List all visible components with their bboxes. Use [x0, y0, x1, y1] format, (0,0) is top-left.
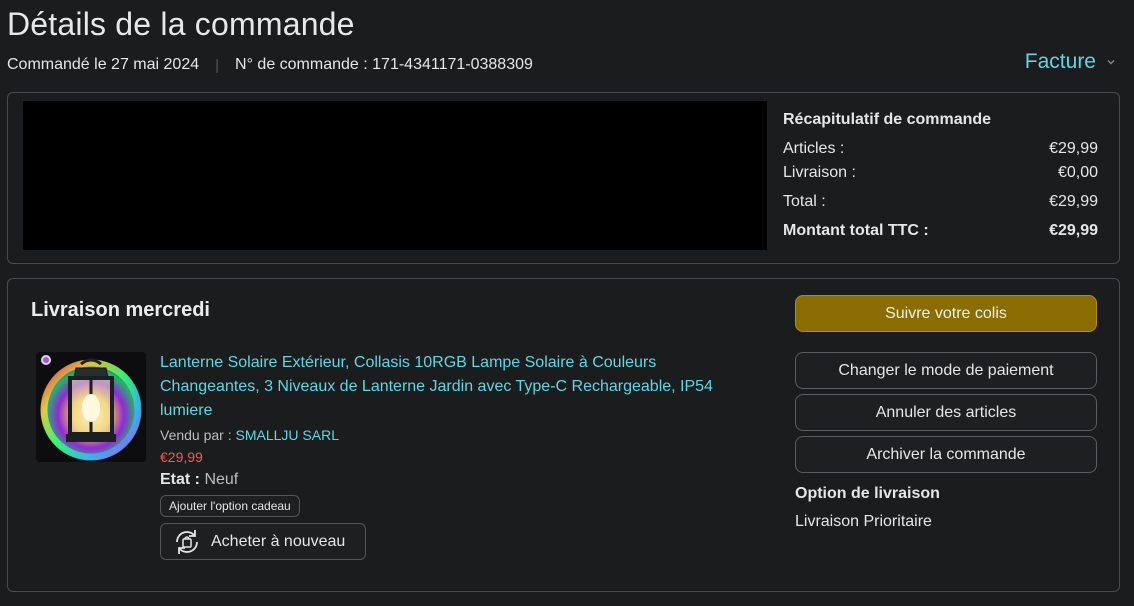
sold-by: Vendu par : SMALLJU SARL	[160, 427, 760, 443]
summary-value: €29,99	[1049, 193, 1098, 210]
product-price: €29,99	[160, 449, 203, 465]
summary-value: €29,99	[1049, 140, 1098, 157]
summary-title: Récapitulatif de commande	[783, 111, 992, 128]
order-date: Commandé le 27 mai 2024	[7, 56, 200, 73]
chevron-down-icon	[1107, 60, 1115, 65]
order-summary: Récapitulatif de commande Articles : €29…	[783, 111, 1098, 243]
add-gift-option-button[interactable]: Ajouter l'option cadeau	[160, 495, 300, 517]
cancel-items-button[interactable]: Annuler des articles	[795, 394, 1097, 431]
buy-again-label: Acheter à nouveau	[211, 532, 346, 550]
order-number: N° de commande : 171-4341171-0388309	[235, 56, 533, 73]
summary-row-grand-total: Montant total TTC : €29,99	[783, 219, 1098, 243]
summary-value: €29,99	[1049, 222, 1098, 239]
summary-label: Livraison :	[783, 164, 856, 181]
summary-row-shipping: Livraison : €0,00	[783, 161, 1098, 185]
meta-separator: |	[215, 56, 220, 74]
summary-value: €0,00	[1057, 164, 1098, 181]
summary-label: Articles :	[783, 140, 845, 157]
product-image[interactable]	[36, 352, 146, 462]
shipping-option-title: Option de livraison	[795, 485, 940, 502]
order-meta: Commandé le 27 mai 2024 | N° de commande…	[7, 56, 533, 74]
rebuy-icon	[176, 529, 198, 554]
seller-link[interactable]: SMALLJU SARL	[236, 427, 339, 443]
change-payment-button[interactable]: Changer le mode de paiement	[795, 352, 1097, 389]
product-info: Lanterne Solaire Extérieur, Collasis 10R…	[160, 351, 760, 560]
track-package-button[interactable]: Suivre votre colis	[795, 295, 1097, 332]
archive-order-button[interactable]: Archiver la commande	[795, 436, 1097, 473]
product-title-link[interactable]: Lanterne Solaire Extérieur, Collasis 10R…	[160, 351, 760, 423]
shipment-actions: Suivre votre colis Changer le mode de pa…	[795, 295, 1097, 531]
delivery-title: Livraison mercredi	[31, 299, 210, 321]
summary-row-total: Total : €29,99	[783, 190, 1098, 214]
condition-value: Neuf	[204, 471, 239, 488]
sold-by-label: Vendu par :	[160, 427, 232, 443]
summary-label: Total :	[783, 193, 826, 210]
summary-label: Montant total TTC :	[783, 222, 929, 239]
shipment-card: Livraison mercredi Lanterne Solaire Exté…	[7, 278, 1120, 592]
lantern-image	[36, 352, 146, 462]
order-details-page: Détails de la commande Commandé le 27 ma…	[0, 0, 1134, 606]
product-condition: Etat : Neuf	[160, 471, 760, 489]
order-summary-card: Récapitulatif de commande Articles : €29…	[7, 92, 1120, 264]
condition-label: Etat :	[160, 471, 200, 488]
buy-again-button[interactable]: Acheter à nouveau	[160, 523, 366, 560]
summary-row-items: Articles : €29,99	[783, 137, 1098, 161]
redacted-address-block	[23, 101, 767, 250]
shipping-option-value: Livraison Prioritaire	[795, 513, 932, 530]
invoice-label: Facture	[1024, 50, 1096, 73]
invoice-dropdown[interactable]: Facture	[1025, 50, 1116, 74]
page-title: Détails de la commande	[7, 6, 355, 42]
